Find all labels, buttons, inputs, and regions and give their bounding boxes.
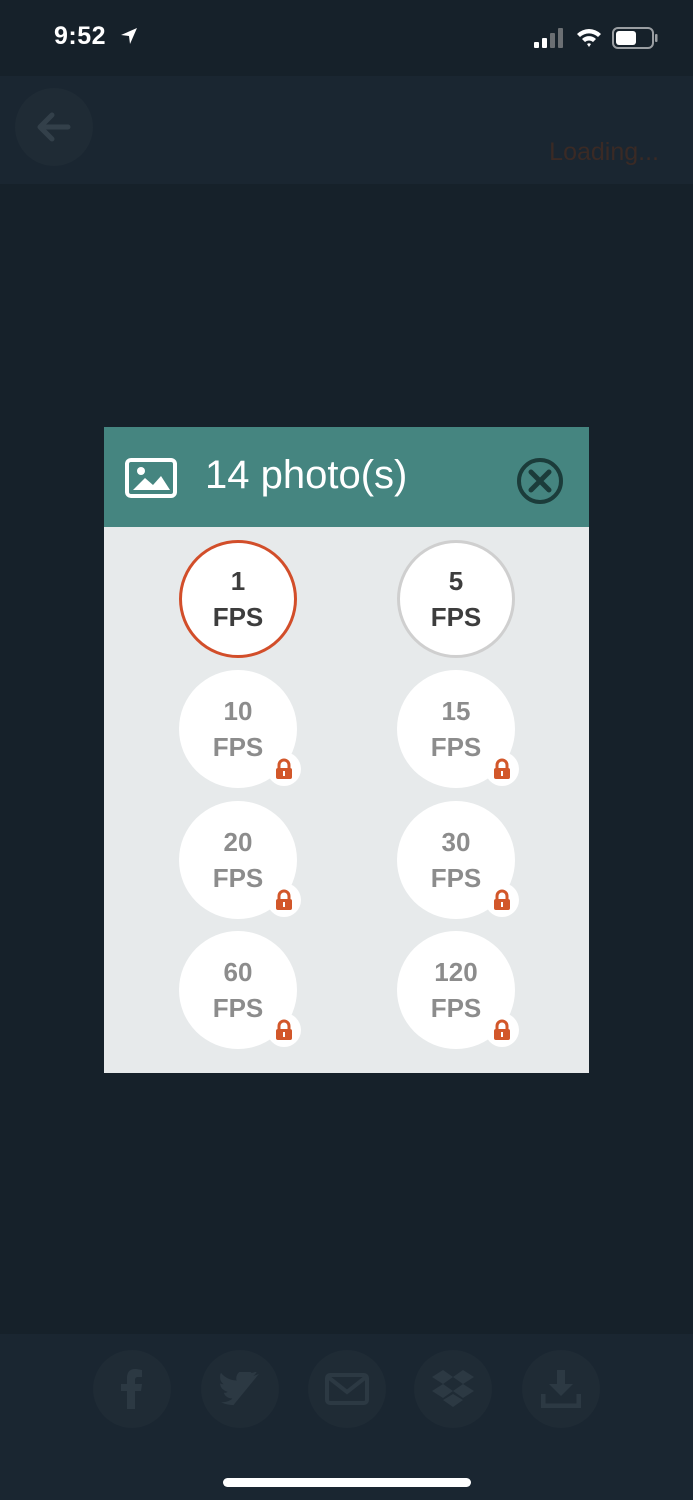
download-button[interactable] (522, 1350, 600, 1428)
fps-option-10[interactable]: 10 FPS (179, 670, 301, 788)
wifi-icon (577, 29, 601, 47)
battery-icon (612, 27, 658, 49)
fps-unit: FPS (212, 863, 264, 893)
photo-icon (125, 458, 177, 498)
lock-icon (267, 752, 301, 786)
mail-share-button[interactable] (308, 1350, 386, 1428)
fps-value: 1 (230, 566, 246, 596)
arrow-left-icon (37, 112, 71, 142)
status-bar: 9:52 (0, 0, 693, 76)
facebook-icon (121, 1369, 142, 1409)
modal-title: 14 photo(s) (205, 453, 408, 497)
fps-value: 120 (434, 957, 478, 987)
dropbox-share-button[interactable] (414, 1350, 492, 1428)
facebook-share-button[interactable] (93, 1350, 171, 1428)
loading-text: Loading... (549, 138, 659, 166)
fps-value: 30 (441, 827, 471, 857)
lock-icon (485, 1013, 519, 1047)
fps-value: 15 (441, 696, 471, 726)
fps-value: 60 (223, 957, 253, 987)
fps-picker-modal: 14 photo(s) 1 FPS 5 FPS 10 FPS 15 FPS 20… (104, 427, 589, 1073)
fps-value: 20 (223, 827, 253, 857)
fps-option-20[interactable]: 20 FPS (179, 801, 301, 919)
close-icon[interactable] (516, 457, 564, 505)
twitter-share-button[interactable] (201, 1350, 279, 1428)
download-icon (541, 1370, 581, 1408)
location-arrow-icon (121, 28, 137, 44)
back-button[interactable] (15, 88, 93, 166)
twitter-icon (220, 1372, 260, 1406)
fps-unit: FPS (430, 863, 482, 893)
fps-unit: FPS (212, 732, 264, 762)
status-time: 9:52 (54, 22, 107, 50)
app-header (0, 76, 693, 184)
fps-unit: FPS (212, 602, 264, 632)
mail-icon (325, 1373, 369, 1405)
fps-option-5[interactable]: 5 FPS (397, 540, 515, 658)
lock-icon (485, 752, 519, 786)
fps-option-1[interactable]: 1 FPS (179, 540, 297, 658)
fps-option-15[interactable]: 15 FPS (397, 670, 519, 788)
lock-icon (267, 883, 301, 917)
home-indicator (223, 1478, 471, 1487)
fps-option-60[interactable]: 60 FPS (179, 931, 301, 1049)
fps-unit: FPS (430, 732, 482, 762)
lock-icon (267, 1013, 301, 1047)
modal-header: 14 photo(s) (104, 427, 589, 527)
dropbox-icon (432, 1370, 474, 1407)
cellular-signal-icon (534, 28, 563, 48)
fps-value: 10 (223, 696, 253, 726)
fps-unit: FPS (430, 602, 482, 632)
fps-option-30[interactable]: 30 FPS (397, 801, 519, 919)
fps-option-120[interactable]: 120 FPS (397, 931, 519, 1049)
lock-icon (485, 883, 519, 917)
fps-unit: FPS (430, 993, 482, 1023)
fps-value: 5 (448, 566, 464, 596)
fps-unit: FPS (212, 993, 264, 1023)
